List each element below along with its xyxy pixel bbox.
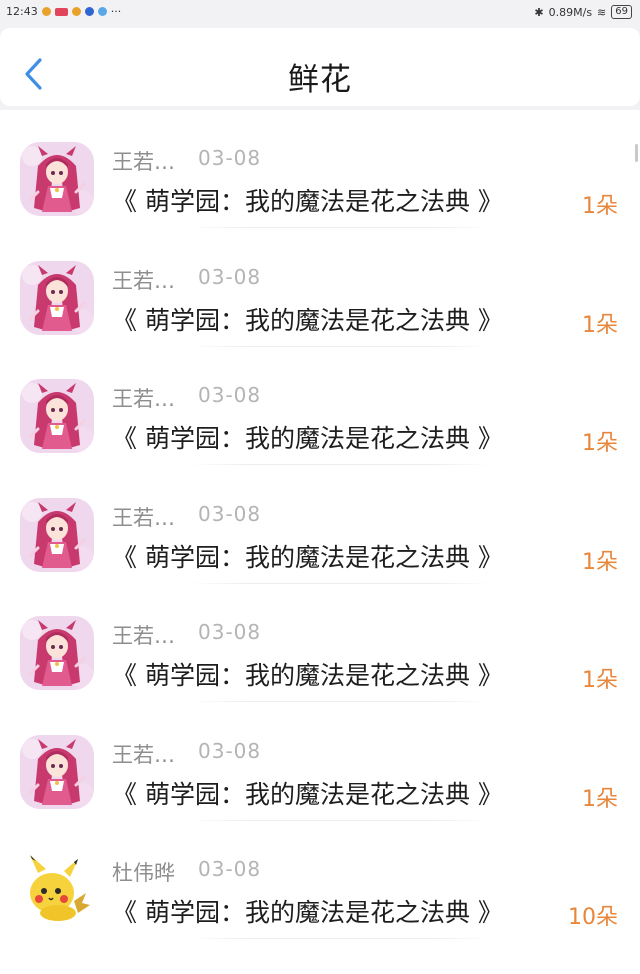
user-name: 王若… [112, 268, 175, 293]
book-title[interactable]: 《 萌学园：我的魔法是花之法典 》 [112, 301, 503, 337]
book-title[interactable]: 《 萌学园：我的魔法是花之法典 》 [112, 182, 503, 218]
page-title: 鲜花 [288, 62, 352, 98]
record-date: 03-08 [198, 146, 262, 170]
list-item[interactable]: 王若… 03-08 《 萌学园：我的魔法是花之法典 》 1朵 [0, 466, 640, 584]
weibo-icon [41, 7, 51, 16]
status-right: ✱ 0.89M/s ≋ 69 [534, 5, 632, 19]
book-title[interactable]: 《 萌学园：我的魔法是花之法典 》 [112, 419, 503, 455]
flower-count: 1朵 [582, 431, 618, 456]
flower-count: 10朵 [568, 905, 618, 930]
status-more: ··· [110, 5, 122, 18]
status-left: 12:43 ··· [6, 5, 121, 18]
record-date: 03-08 [198, 264, 262, 289]
user-name: 王若… [112, 742, 175, 767]
bluetooth-icon: ✱ [534, 5, 544, 19]
status-bar: 12:43 ··· ✱ 0.89M/s ≋ 69 [0, 0, 640, 26]
divider [190, 938, 490, 939]
wifi-icon: ≋ [597, 5, 607, 19]
header: 鲜花 [0, 28, 640, 106]
book-title[interactable]: 《 萌学园：我的魔法是花之法典 》 [112, 538, 503, 574]
app-red-icon [54, 7, 68, 16]
app-lightblue-icon [97, 7, 107, 16]
weibo-icon [71, 7, 81, 16]
list-item[interactable]: 王若… 03-08 《 萌学园：我的魔法是花之法典 》 1朵 [0, 347, 640, 465]
list-item[interactable]: 王若… 03-08 《 萌学园：我的魔法是花之法典 》 1朵 [0, 229, 640, 347]
flower-count: 1朵 [582, 194, 618, 219]
user-name: 王若… [112, 387, 175, 411]
avatar[interactable] [20, 616, 94, 690]
avatar[interactable] [20, 497, 94, 572]
flower-count: 1朵 [582, 312, 618, 338]
user-name: 王若… [112, 505, 175, 530]
avatar[interactable] [20, 734, 94, 809]
avatar[interactable] [20, 853, 94, 927]
record-date: 03-08 [198, 857, 262, 881]
flower-count: 1朵 [582, 668, 618, 693]
record-date: 03-08 [198, 383, 262, 407]
list-item[interactable]: 王若… 03-08 《 萌学园：我的魔法是花之法典 》 1朵 [0, 703, 640, 821]
user-name: 王若… [112, 150, 175, 174]
avatar[interactable] [20, 142, 94, 216]
book-title[interactable]: 《 萌学园：我的魔法是花之法典 》 [112, 775, 503, 811]
avatar[interactable] [20, 379, 94, 453]
app-blue-icon [84, 7, 94, 16]
flower-count: 1朵 [582, 549, 618, 575]
status-time: 12:43 [6, 5, 38, 18]
avatar[interactable] [20, 260, 94, 335]
book-title[interactable]: 《 萌学园：我的魔法是花之法典 》 [112, 656, 503, 692]
book-title[interactable]: 《 萌学园：我的魔法是花之法典 》 [112, 893, 503, 929]
flower-record-list[interactable]: 王若… 03-08 《 萌学园：我的魔法是花之法典 》 1朵 王若… 03-08… [0, 110, 640, 974]
list-item[interactable]: 王若… 03-08 《 萌学园：我的魔法是花之法典 》 1朵 [0, 584, 640, 702]
record-date: 03-08 [198, 738, 262, 763]
record-date: 03-08 [198, 501, 262, 526]
user-name: 王若… [112, 624, 175, 648]
network-speed: 0.89M/s [548, 5, 593, 19]
list-item[interactable]: 王若… 03-08 《 萌学园：我的魔法是花之法典 》 1朵 [0, 110, 640, 228]
flower-count: 1朵 [582, 786, 618, 812]
user-name: 杜伟晔 [112, 861, 175, 885]
record-date: 03-08 [198, 620, 262, 644]
battery-level: 69 [615, 6, 628, 17]
battery-icon: 69 [611, 5, 632, 19]
list-item[interactable]: 杜伟晔 03-08 《 萌学园：我的魔法是花之法典 》 10朵 [0, 821, 640, 939]
